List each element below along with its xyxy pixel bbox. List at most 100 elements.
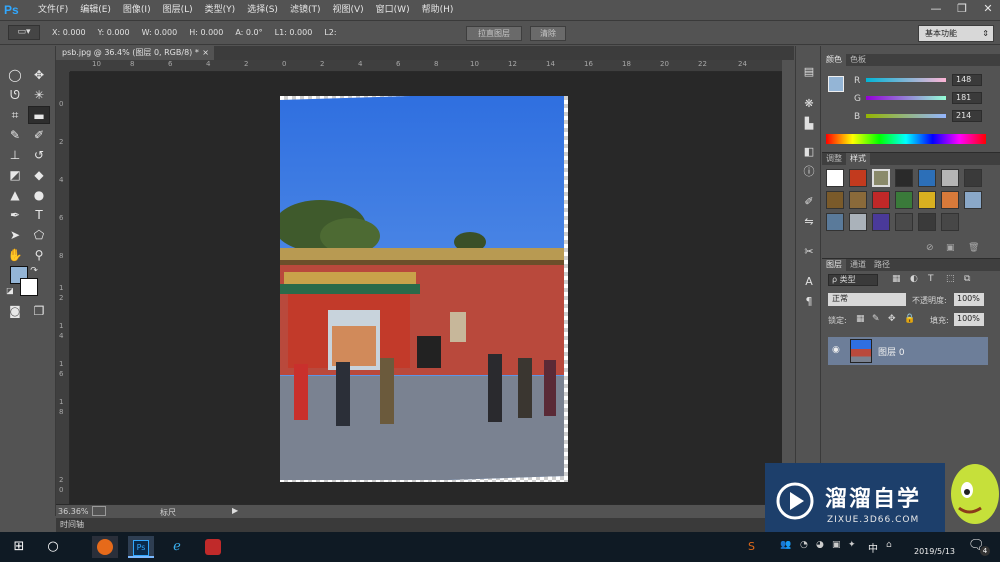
ime-indicator[interactable]: 中 [868,540,878,555]
menu-image[interactable]: 图像(I) [117,0,157,20]
windows-start-icon[interactable]: ⊞ [6,536,32,558]
info-icon[interactable]: ⓘ [799,164,819,180]
filter-pixel-icon[interactable]: ▦ [892,274,901,284]
lock-all-icon[interactable]: 🔒 [904,314,915,324]
ruler-origin[interactable] [56,60,70,72]
close-tab-icon[interactable]: × [202,46,209,60]
style-swatch[interactable] [895,213,913,231]
style-swatch[interactable] [941,169,959,187]
clear-style-icon[interactable]: ⊘ [926,243,934,253]
tool-presets-icon[interactable]: ✂ [799,244,819,260]
status-arrow-icon[interactable]: ▶ [232,506,238,515]
style-swatch[interactable] [872,169,890,187]
filter-shape-icon[interactable]: ⬚ [946,274,955,284]
history-brush-tool-icon[interactable]: ↺ [28,146,50,164]
default-colors-icon[interactable]: ◪ [4,282,16,300]
pen-tool-icon[interactable]: ✒ [4,206,26,224]
menu-layer[interactable]: 图层(L) [157,0,199,20]
brush-tool-icon[interactable]: ✐ [28,126,50,144]
style-swatch[interactable] [895,191,913,209]
style-swatch[interactable] [964,169,982,187]
firefox-icon[interactable] [92,536,118,558]
r-value[interactable]: 148 [952,74,982,86]
horizontal-ruler[interactable]: 10 8 6 4 2 0 2 4 6 8 10 12 14 16 18 20 2… [70,60,782,72]
tray-icon[interactable]: ✦ [848,540,856,550]
tab-paths[interactable]: 路径 [870,259,894,271]
color-spectrum-ramp[interactable] [826,134,986,144]
tray-icon[interactable]: ◔ [800,540,808,550]
tray-icon[interactable]: ⌂ [886,540,892,550]
navigator-icon[interactable]: ❋ [799,96,819,112]
tab-layers[interactable]: 图层 [822,259,846,271]
photoshop-taskbar-icon[interactable]: Ps [128,536,154,558]
g-value[interactable]: 181 [952,92,982,104]
crop-tool-icon[interactable]: ⌗ [4,106,26,124]
menu-help[interactable]: 帮助(H) [416,0,460,20]
style-swatch[interactable] [895,169,913,187]
tray-icon[interactable]: ◕ [816,540,824,550]
style-swatch[interactable] [941,213,959,231]
brush-presets-icon[interactable]: ✐ [799,194,819,210]
style-swatch[interactable] [918,191,936,209]
paragraph-icon[interactable]: ¶ [799,294,819,310]
shape-tool-icon[interactable]: ⬠ [28,226,50,244]
fg-color-preview[interactable] [828,76,844,92]
type-tool-icon[interactable]: T [28,206,50,224]
path-selection-tool-icon[interactable]: ➤ [4,226,26,244]
style-swatch[interactable] [826,191,844,209]
blur-tool-icon[interactable]: ▲ [4,186,26,204]
layer-filter-select[interactable]: ρ 类型 [828,274,878,286]
g-slider[interactable] [866,96,946,100]
filter-smart-object-icon[interactable]: ⧉ [964,274,970,284]
menu-view[interactable]: 视图(V) [326,0,369,20]
lock-position-icon[interactable]: ✥ [888,314,896,324]
minimize-button[interactable]: — [924,0,948,18]
tab-swatches[interactable]: 色板 [846,54,870,66]
background-color-swatch[interactable] [20,278,38,296]
style-swatch[interactable] [849,169,867,187]
style-swatch[interactable] [872,213,890,231]
clone-stamp-tool-icon[interactable]: ⊥ [4,146,26,164]
document-canvas-photo[interactable] [280,96,568,482]
quick-mask-icon[interactable]: ◙ [4,302,26,320]
menu-select[interactable]: 选择(S) [241,0,284,20]
move-tool-icon[interactable]: ✥ [28,66,50,84]
style-swatch[interactable] [918,213,936,231]
close-button[interactable]: ✕ [976,0,1000,18]
taskbar-date[interactable]: 2019/5/13 [914,547,955,556]
lasso-tool-icon[interactable]: ᘎ [4,86,26,104]
vertical-ruler[interactable]: 0 2 4 6 8 1 2 1 4 1 6 1 8 2 0 [56,72,70,504]
menu-edit[interactable]: 编辑(E) [74,0,117,20]
lock-transparent-icon[interactable]: ▦ [856,314,865,324]
ruler-tool-preset-icon[interactable]: ▭▾ [8,25,40,40]
swap-colors-icon[interactable]: ↷ [28,262,40,280]
workspace-select[interactable]: 基本功能 ⇕ [918,25,994,42]
eraser-tool-icon[interactable]: ◩ [4,166,26,184]
layer-name[interactable]: 图层 0 [878,345,905,358]
zoom-level[interactable]: 36.36% [58,507,89,516]
delete-style-icon[interactable]: 🗑 [968,243,979,253]
straighten-layer-button[interactable]: 拉直图层 [466,26,522,41]
clear-button[interactable]: 清除 [530,26,566,41]
tab-styles[interactable]: 样式 [846,153,870,165]
opacity-field[interactable]: 100% [954,293,984,306]
menu-window[interactable]: 窗口(W) [370,0,416,20]
ruler-tool-icon[interactable]: ▬ [28,106,50,124]
cortana-search-icon[interactable]: ○ [40,536,66,558]
restore-button[interactable]: ❐ [950,0,974,18]
marquee-tool-icon[interactable]: ◯ [4,66,26,84]
adjust-icon[interactable]: ⇋ [799,214,819,230]
history-icon[interactable]: ▤ [799,64,819,80]
r-slider[interactable] [866,78,946,82]
filter-type-icon[interactable]: T [928,274,934,284]
healing-brush-tool-icon[interactable]: ✎ [4,126,26,144]
properties-icon[interactable]: ◧ [799,144,819,160]
style-none-swatch[interactable] [826,169,844,187]
timeline-bar[interactable]: 时间轴 [56,518,794,532]
screen-mode-icon[interactable]: ❐ [28,302,50,320]
fill-field[interactable]: 100% [954,313,984,326]
histogram-icon[interactable]: ▙ [799,116,819,132]
app-icon[interactable] [200,536,226,558]
style-swatch[interactable] [964,191,982,209]
style-swatch[interactable] [849,191,867,209]
